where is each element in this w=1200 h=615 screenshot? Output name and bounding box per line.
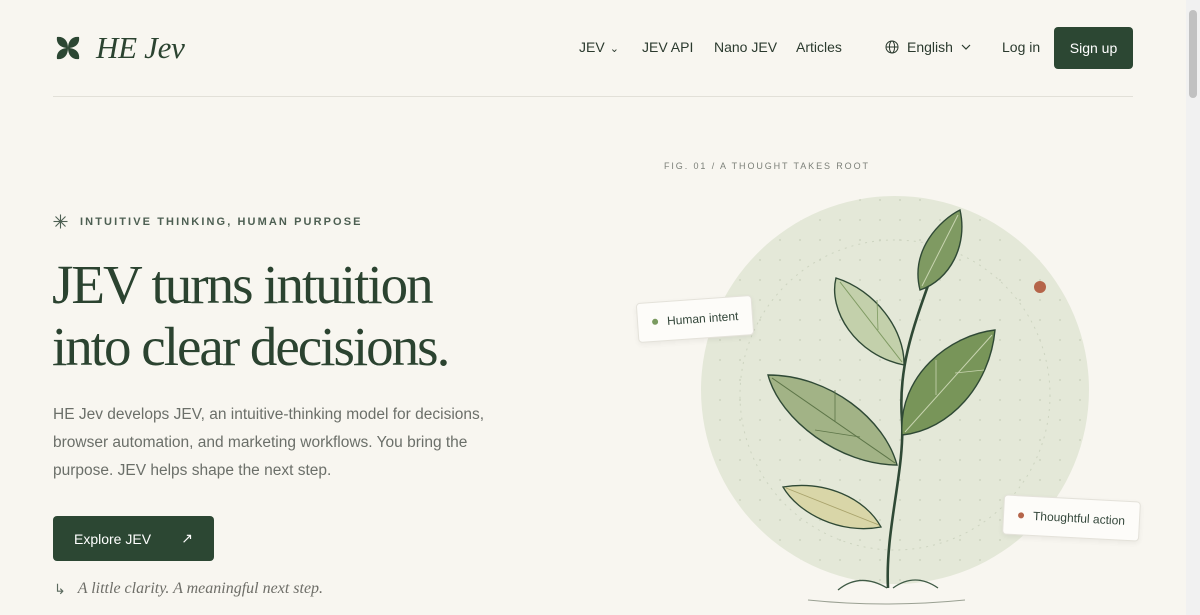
login-link[interactable]: Log in: [1002, 39, 1040, 55]
chevron-down-icon: ⌄: [609, 43, 619, 55]
chip-intent-label: Human intent: [666, 309, 739, 328]
plant-illustration: [701, 196, 1089, 605]
hero-description: HE Jev develops JEV, an intuitive-thinki…: [53, 406, 485, 479]
sparkle-icon: [53, 214, 68, 229]
tagline-text: A little clarity. A meaningful next step…: [77, 580, 324, 597]
explore-jev-button[interactable]: Explore JEV ↗: [53, 516, 214, 561]
nav-item-articles[interactable]: Articles: [796, 39, 842, 55]
scrollbar-thumb[interactable]: [1189, 10, 1197, 98]
action-dot: [1017, 512, 1025, 519]
signup-button[interactable]: Sign up: [1054, 27, 1133, 69]
arrow-up-right-icon: ↗: [181, 530, 193, 546]
accent-dot: [1034, 281, 1046, 293]
brand-name: HE Jev: [96, 30, 185, 65]
intent-dot: [651, 318, 659, 326]
chip-thoughtful-action: Thoughtful action: [1002, 494, 1142, 542]
eyebrow-text: INTUITIVE THINKING, HUMAN PURPOSE: [80, 215, 363, 228]
top-navbar: HE Jev JEV ⌄ JEV API Nano JEV Articles En…: [0, 0, 1200, 96]
page-scrollbar[interactable]: [1186, 0, 1200, 615]
chip-human-intent: Human intent: [635, 294, 755, 344]
hero-tagline: ↳ A little clarity. A meaningful next st…: [54, 580, 323, 598]
brand-logo[interactable]: HE Jev: [54, 30, 185, 66]
globe-icon: [885, 40, 899, 54]
nav-item-nano-jev[interactable]: Nano JEV: [714, 39, 777, 55]
figure-caption: FIG. 01 / A THOUGHT TAKES ROOT: [664, 161, 870, 171]
nav-item-jev[interactable]: JEV ⌄: [579, 39, 619, 55]
chip-action-label: Thoughtful action: [1032, 508, 1126, 528]
hero-headline: JEV turns intuition into clear decisions…: [52, 254, 612, 378]
arrow-turn-icon: ↳: [54, 580, 66, 597]
language-selector[interactable]: English: [885, 39, 971, 55]
nav-item-jev-api[interactable]: JEV API: [642, 39, 693, 55]
language-label: English: [907, 39, 953, 55]
chevron-down-icon: [961, 44, 971, 50]
leaf-clover-icon: [56, 36, 80, 60]
hero-eyebrow: INTUITIVE THINKING, HUMAN PURPOSE: [53, 214, 363, 229]
cta-label: Explore JEV: [74, 530, 152, 547]
headline-line-2: into clear decisions.: [52, 316, 450, 377]
header-divider: [53, 96, 1133, 97]
headline-line-1: JEV turns intuition: [52, 254, 434, 315]
